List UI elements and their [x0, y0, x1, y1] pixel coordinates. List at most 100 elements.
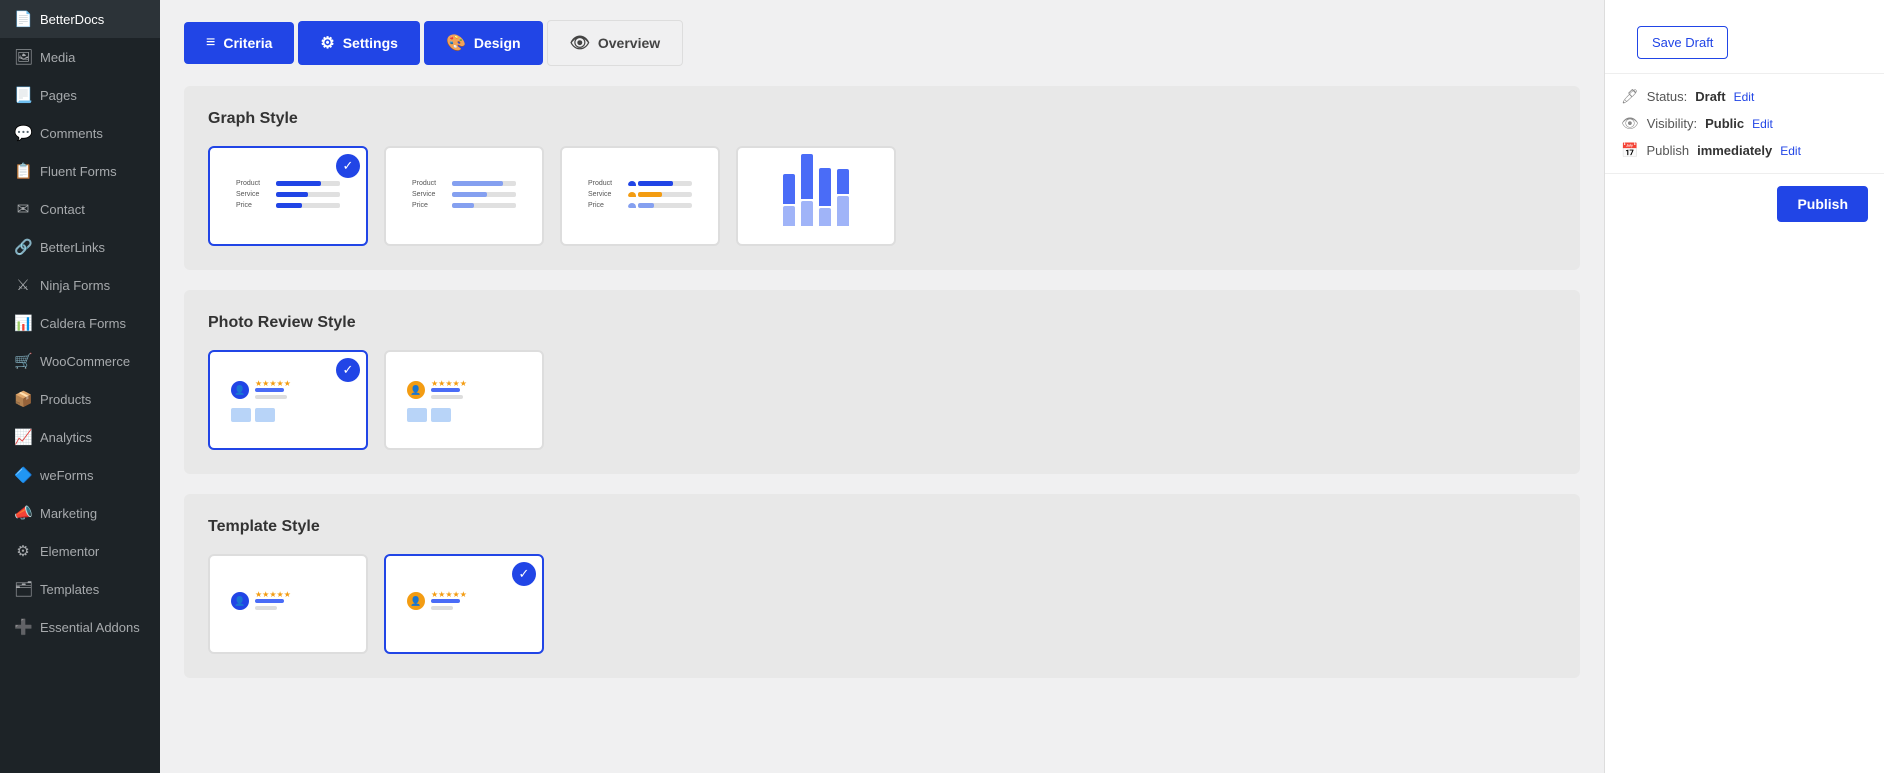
- visibility-row: 👁 Visibility: Public Edit: [1621, 115, 1868, 132]
- save-draft-section: Save Draft: [1605, 0, 1884, 74]
- bar-col-4: [837, 169, 849, 226]
- overview-icon: 👁: [570, 33, 590, 53]
- tab-criteria[interactable]: ≡ Criteria: [184, 22, 294, 64]
- selected-check-photo-1: ✓: [336, 358, 360, 382]
- sidebar-item-marketing[interactable]: 📣 Marketing: [0, 494, 160, 532]
- sidebar-item-betterdocs[interactable]: 📄 BetterDocs: [0, 0, 160, 38]
- publish-panel: Save Draft 🖊 Status: Draft Edit 👁 Visibi…: [1604, 0, 1884, 773]
- sidebar-item-woocommerce[interactable]: 🛒 WooCommerce: [0, 342, 160, 380]
- sidebar-item-pages[interactable]: 📃 Pages: [0, 76, 160, 114]
- thumb-2: [255, 408, 275, 422]
- bar-chart-preview: [773, 156, 859, 236]
- sidebar-item-templates[interactable]: 🗂 Templates: [0, 570, 160, 608]
- fluent-forms-icon: 📋: [14, 162, 32, 180]
- tabs-bar: ≡ Criteria ⚙ Settings 🎨 Design 👁 Overvie…: [184, 20, 1580, 66]
- media-icon: 🖼: [14, 48, 32, 66]
- publish-timing-row: 📅 Publish immediately Edit: [1621, 142, 1868, 159]
- save-draft-button[interactable]: Save Draft: [1637, 26, 1728, 59]
- calendar-icon: 📅: [1621, 142, 1638, 159]
- sidebar-item-contact[interactable]: ✉ Contact: [0, 190, 160, 228]
- selected-check-template-2: ✓: [512, 562, 536, 586]
- graph-style-option-4[interactable]: [736, 146, 896, 246]
- content-area: ≡ Criteria ⚙ Settings 🎨 Design 👁 Overvie…: [160, 0, 1884, 773]
- essential-addons-icon: ➕: [14, 618, 32, 636]
- template-style-option-1[interactable]: 👤 ★★★★★: [208, 554, 368, 654]
- products-icon: 📦: [14, 390, 32, 408]
- status-row: 🖊 Status: Draft Edit: [1621, 88, 1868, 105]
- tab-settings[interactable]: ⚙ Settings: [298, 21, 420, 65]
- stars-1: ★★★★★: [255, 379, 291, 388]
- status-icon: 🖊: [1621, 88, 1639, 105]
- sidebar-item-comments[interactable]: 💬 Comments: [0, 114, 160, 152]
- elementor-icon: ⚙: [14, 542, 32, 560]
- template-stars-1: ★★★★★: [255, 590, 291, 599]
- sidebar-item-weforms[interactable]: 🔷 weForms: [0, 456, 160, 494]
- caldera-forms-icon: 📊: [14, 314, 32, 332]
- photo-review-section: Photo Review Style ✓ 👤 ★★★★★: [184, 290, 1580, 474]
- betterlinks-icon: 🔗: [14, 238, 32, 256]
- tab-design[interactable]: 🎨 Design: [424, 21, 543, 65]
- publish-button[interactable]: Publish: [1777, 186, 1868, 222]
- sidebar-item-products[interactable]: 📦 Products: [0, 380, 160, 418]
- publish-timing-edit-link[interactable]: Edit: [1780, 144, 1801, 158]
- sidebar-item-betterlinks[interactable]: 🔗 BetterLinks: [0, 228, 160, 266]
- template-stars-2: ★★★★★: [431, 590, 467, 599]
- templates-icon: 🗂: [14, 580, 32, 598]
- selected-check-1: ✓: [336, 154, 360, 178]
- sidebar-item-ninja-forms[interactable]: ⚔ Ninja Forms: [0, 266, 160, 304]
- marketing-icon: 📣: [14, 504, 32, 522]
- table-preview-1: Product Service Price: [228, 172, 348, 221]
- photo-preview-2: 👤 ★★★★★: [399, 371, 529, 430]
- thumb-4: [431, 408, 451, 422]
- thumb-1: [231, 408, 251, 422]
- settings-icon: ⚙: [320, 33, 334, 53]
- photo-review-option-1[interactable]: ✓ 👤 ★★★★★: [208, 350, 368, 450]
- graph-style-grid: ✓ Product Service Price: [208, 146, 1556, 246]
- stars-2: ★★★★★: [431, 379, 467, 388]
- comments-icon: 💬: [14, 124, 32, 142]
- sidebar-item-elementor[interactable]: ⚙ Elementor: [0, 532, 160, 570]
- template-style-title: Template Style: [208, 518, 1556, 536]
- avatar-2: 👤: [407, 381, 425, 399]
- template-avatar-1: 👤: [231, 592, 249, 610]
- bar-col-2: [801, 154, 813, 226]
- design-icon: 🎨: [446, 33, 466, 53]
- bar-col-3: [819, 168, 831, 226]
- criteria-icon: ≡: [206, 34, 215, 52]
- contact-icon: ✉: [14, 200, 32, 218]
- template-avatar-2: 👤: [407, 592, 425, 610]
- weforms-icon: 🔷: [14, 466, 32, 484]
- sidebar-item-analytics[interactable]: 📈 Analytics: [0, 418, 160, 456]
- template-preview-1: 👤 ★★★★★: [223, 582, 353, 627]
- bar-col-1: [783, 174, 795, 226]
- graph-style-option-3[interactable]: Product Service: [560, 146, 720, 246]
- graph-style-option-2[interactable]: Product Service Price: [384, 146, 544, 246]
- visibility-icon: 👁: [1621, 115, 1639, 132]
- graph-style-section: Graph Style ✓ Product Service: [184, 86, 1580, 270]
- pages-icon: 📃: [14, 86, 32, 104]
- sidebar-item-media[interactable]: 🖼 Media: [0, 38, 160, 76]
- graph-style-title: Graph Style: [208, 110, 1556, 128]
- tab-overview[interactable]: 👁 Overview: [547, 20, 684, 66]
- table-preview-3: Product Service: [580, 172, 700, 221]
- graph-style-option-1[interactable]: ✓ Product Service Price: [208, 146, 368, 246]
- sidebar-item-fluent-forms[interactable]: 📋 Fluent Forms: [0, 152, 160, 190]
- photo-review-grid: ✓ 👤 ★★★★★: [208, 350, 1556, 450]
- photo-review-title: Photo Review Style: [208, 314, 1556, 332]
- sidebar-item-essential-addons[interactable]: ➕ Essential Addons: [0, 608, 160, 646]
- visibility-edit-link[interactable]: Edit: [1752, 117, 1773, 131]
- thumb-3: [407, 408, 427, 422]
- main-area: ≡ Criteria ⚙ Settings 🎨 Design 👁 Overvie…: [160, 0, 1884, 773]
- template-style-option-2[interactable]: ✓ 👤 ★★★★★: [384, 554, 544, 654]
- photo-review-option-2[interactable]: 👤 ★★★★★: [384, 350, 544, 450]
- sidebar-item-caldera-forms[interactable]: 📊 Caldera Forms: [0, 304, 160, 342]
- woocommerce-icon: 🛒: [14, 352, 32, 370]
- template-preview-2: 👤 ★★★★★: [399, 582, 529, 627]
- template-style-section: Template Style 👤 ★★★★★: [184, 494, 1580, 678]
- status-edit-link[interactable]: Edit: [1734, 90, 1755, 104]
- sidebar: 📄 BetterDocs 🖼 Media 📃 Pages 💬 Comments …: [0, 0, 160, 773]
- analytics-icon: 📈: [14, 428, 32, 446]
- betterdocs-icon: 📄: [14, 10, 32, 28]
- ninja-forms-icon: ⚔: [14, 276, 32, 294]
- photo-preview-1: 👤 ★★★★★: [223, 371, 353, 430]
